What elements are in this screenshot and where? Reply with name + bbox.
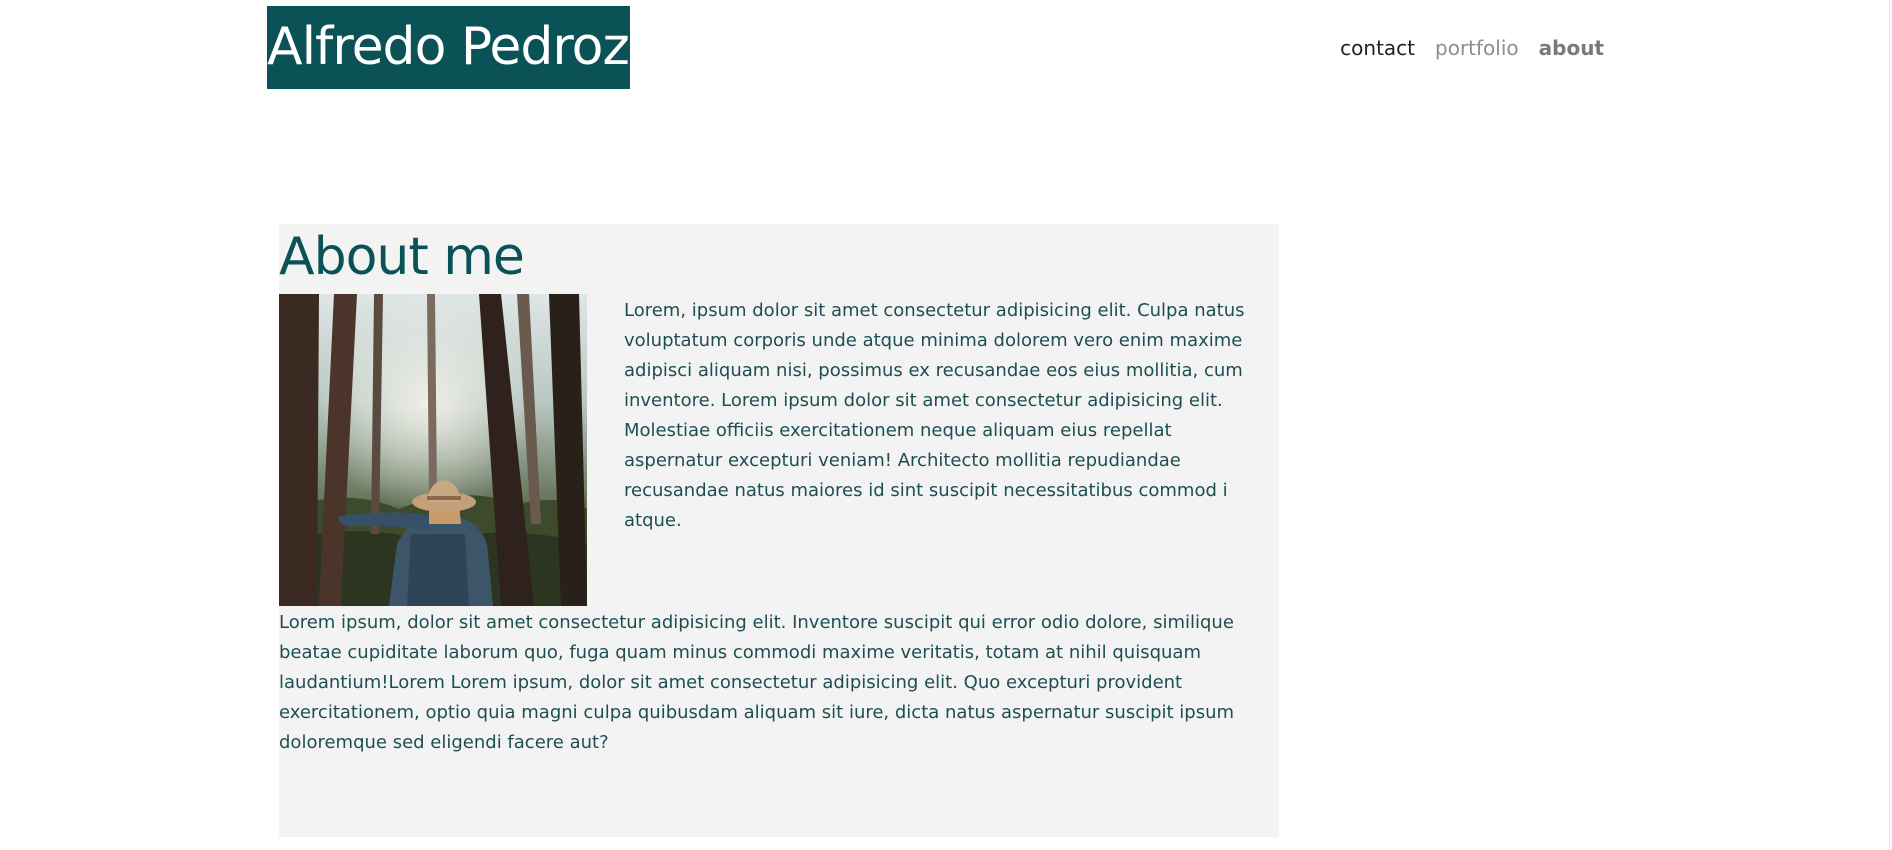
nav-link-contact[interactable]: contact	[1340, 36, 1415, 60]
about-section: About me Lorem, ipsum dolor sit amet con…	[279, 224, 1279, 837]
page: Alfredo Pedroza contact portfolio about …	[0, 0, 1892, 850]
about-body-text: Lorem ipsum, dolor sit amet consectetur …	[279, 612, 1235, 753]
nav-link-about[interactable]: about	[1539, 36, 1604, 60]
nav-link-portfolio[interactable]: portfolio	[1435, 36, 1519, 60]
scrollbar-track[interactable]	[1889, 0, 1890, 850]
about-photo	[279, 294, 587, 606]
about-title: About me	[279, 227, 525, 287]
main-nav: contact portfolio about	[1340, 36, 1604, 60]
about-intro-text: Lorem, ipsum dolor sit amet consectetur …	[624, 300, 1245, 531]
site-logo[interactable]: Alfredo Pedroza	[267, 6, 630, 89]
